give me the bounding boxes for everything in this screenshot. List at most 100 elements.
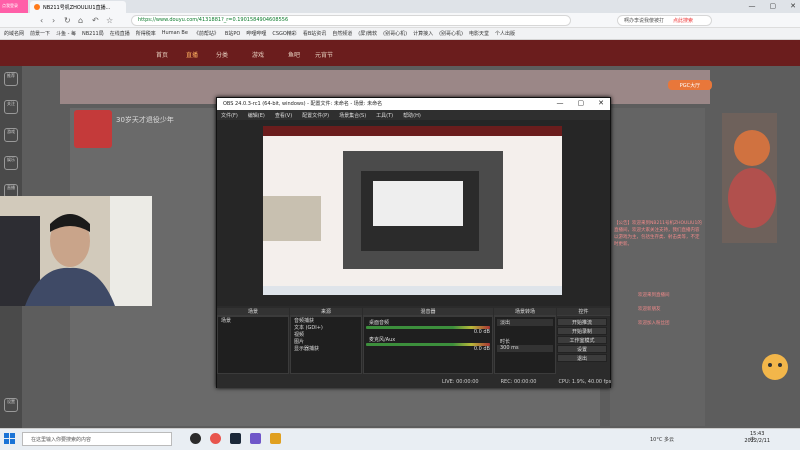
bookmark-item[interactable]: (屏)微软 [358, 30, 377, 37]
bookmark-item[interactable]: CSGO精彩 [272, 30, 296, 37]
obs-menu-item[interactable]: 场景集合(S) [339, 112, 366, 119]
bookmarks-bar: 的域名网 前景一下 斗鱼 - 每 NB211局 在线直播 所得税率 Human Be 《前帮站… [0, 28, 800, 40]
sidebar-item-game[interactable]: 游戏 [4, 128, 18, 142]
url-input[interactable]: https://www.douyu.com/4131881?_r=0.19015… [131, 15, 571, 26]
bookmark-item[interactable]: NB211局 [82, 30, 104, 37]
bookmark-item[interactable]: 在线直播 [110, 30, 130, 37]
transition-type-select[interactable]: 淡出 [497, 319, 553, 326]
mascot-icon[interactable] [760, 352, 790, 382]
bookmark-item[interactable]: 的域名网 [4, 30, 24, 37]
lantern-festival-decoration [722, 113, 777, 243]
room-title: 30岁天才退役少年 [116, 116, 174, 124]
duration-input[interactable]: 300 ms [497, 345, 553, 352]
right-link-2[interactable]: 欢迎新朋友 [638, 306, 661, 312]
undo-icon[interactable]: ↶ [92, 16, 99, 25]
obs-menu-item[interactable]: 配置文件(P) [302, 112, 329, 119]
exit-button[interactable]: 退出 [557, 354, 607, 362]
nav-game[interactable]: 游戏 [252, 50, 264, 59]
bookmark-item[interactable]: 所得税率 [136, 30, 156, 37]
steam-taskbar-icon[interactable] [230, 433, 241, 444]
sidebar-item-follow[interactable]: 关注 [4, 100, 18, 114]
settings-button[interactable]: 设置 [557, 345, 607, 353]
source-item[interactable]: 音频捕获 [291, 317, 361, 324]
bookmark-item[interactable]: 哔哩哔哩 [246, 30, 266, 37]
obs-taskbar-icon[interactable] [190, 433, 201, 444]
sidebar-item-settings[interactable]: 设置 [4, 398, 18, 412]
bookmark-item[interactable]: 《前帮站》 [194, 30, 219, 37]
obs-close-button[interactable]: ✕ [598, 99, 604, 107]
right-link-1[interactable]: 欢迎来到直播间 [638, 292, 670, 298]
obs-preview-canvas[interactable] [263, 126, 562, 295]
nav-fishbar[interactable]: 鱼吧 [288, 50, 300, 59]
mixer-dock-header: 混音器 [363, 308, 493, 316]
obs-maximize-button[interactable]: ▢ [578, 99, 585, 107]
controls-dock-header: 控件 [557, 308, 610, 316]
bookmark-item[interactable]: 计算接入 [413, 30, 433, 37]
bookmark-item[interactable]: 斗鱼 - 每 [56, 30, 76, 37]
source-item[interactable]: 文本 (GDI+) [291, 324, 361, 331]
nav-category[interactable]: 分类 [216, 50, 228, 59]
app-taskbar-icon-2[interactable] [270, 433, 281, 444]
obs-menu-item[interactable]: 帮助(H) [403, 112, 421, 119]
start-streaming-button[interactable]: 开始推流 [557, 318, 607, 326]
obs-menu-item[interactable]: 编辑(E) [248, 112, 265, 119]
scene-list[interactable]: 场景 [217, 316, 289, 374]
home-icon[interactable]: ⌂ [78, 16, 83, 25]
announcement-text: 【公告】欢迎来到NB211号机ZHOULIU1的直播间，欢迎大家关注支持，我们直… [614, 221, 702, 247]
bookmark-item[interactable]: 电影天堂 [469, 30, 489, 37]
minimize-button[interactable]: — [749, 2, 756, 10]
windows-start-icon[interactable] [4, 433, 15, 444]
bookmark-item[interactable]: Human Be [162, 30, 188, 37]
star-icon[interactable]: ☆ [106, 16, 113, 25]
audio-mixer: 桌面音频 0.0 dB 麦克风/Aux 0.0 dB [363, 316, 493, 374]
back-icon[interactable]: ‹ [40, 16, 43, 25]
refresh-icon[interactable]: ↻ [64, 16, 71, 25]
nav-home[interactable]: 首页 [156, 50, 168, 59]
obs-window[interactable]: OBS 24.0.3-rc1 (64-bit, windows) - 配置文件:… [216, 97, 611, 388]
right-link-3[interactable]: 欢迎加入粉丝团 [638, 320, 670, 326]
source-list[interactable]: 音频捕获 文本 (GDI+) 视频 图片 显示器捕获 [290, 316, 362, 374]
bookmark-item[interactable]: 前景一下 [30, 30, 50, 37]
clock-date: 2022/2/11 [744, 438, 770, 444]
streamer-avatar[interactable] [74, 110, 112, 148]
tab-title: NB211号机ZHOULIU1直播... [43, 4, 111, 11]
bookmark-item[interactable]: 看B站资讯 [303, 30, 326, 37]
forward-icon[interactable]: › [52, 16, 55, 25]
obs-title-text: OBS 24.0.3-rc1 (64-bit, windows) - 配置文件:… [223, 101, 383, 107]
obs-menu-item[interactable]: 查看(V) [275, 112, 292, 119]
start-recording-button[interactable]: 开始录制 [557, 327, 607, 335]
browser-taskbar-icon[interactable] [210, 433, 221, 444]
cpu-status: CPU: 1.9%, 40.00 fps [558, 379, 612, 385]
bookmark-item[interactable]: B站PO [225, 30, 240, 37]
browser-search-input[interactable]: 啊办李说我傻被打 [617, 15, 712, 26]
transition-panel: 淡出 时长 300 ms [494, 316, 556, 374]
app-taskbar-icon[interactable] [250, 433, 261, 444]
studio-mode-button[interactable]: 工作室模式 [557, 336, 607, 344]
nav-live[interactable]: 直播 [186, 50, 198, 59]
nav-lantern[interactable]: 元宵节 [315, 50, 333, 59]
search-suffix[interactable]: 点此搜索 [673, 17, 693, 24]
obs-minimize-button[interactable]: — [557, 99, 564, 107]
bookmark-item[interactable]: (别哥心机) [439, 30, 463, 37]
taskbar-search-input[interactable]: 在这里输入你要搜索的内容 [22, 432, 172, 446]
clock-time: 15:43 [749, 431, 765, 437]
taskbar-clock[interactable]: 15:43 2022/2/11 [744, 431, 770, 445]
sidebar-item-recommend[interactable]: 推荐 [4, 72, 18, 86]
bookmark-item[interactable]: (别哥心机) [383, 30, 407, 37]
obs-menu-item[interactable]: 文件(F) [221, 112, 238, 119]
browser-tab[interactable]: NB211号机ZHOULIU1直播... [30, 1, 126, 13]
close-button[interactable]: ✕ [790, 2, 796, 10]
bookmark-item[interactable]: 自然频道 [332, 30, 352, 37]
profile-button[interactable]: 点我登录 [0, 0, 28, 13]
source-item[interactable]: 显示器捕获 [291, 345, 361, 352]
scene-item[interactable]: 场景 [218, 317, 288, 324]
bookmark-item[interactable]: 个人出版 [495, 30, 515, 37]
douyu-favicon-icon [34, 4, 40, 10]
maximize-button[interactable]: ▢ [770, 2, 777, 10]
source-item[interactable]: 图片 [291, 338, 361, 345]
pgc-button[interactable]: PGC大厅 [668, 80, 712, 90]
weather-widget[interactable]: 10°C 多云 [650, 436, 674, 443]
obs-menu-item[interactable]: 工具(T) [376, 112, 393, 119]
source-item[interactable]: 视频 [291, 331, 361, 338]
sidebar-item-fun[interactable]: 娱乐 [4, 156, 18, 170]
